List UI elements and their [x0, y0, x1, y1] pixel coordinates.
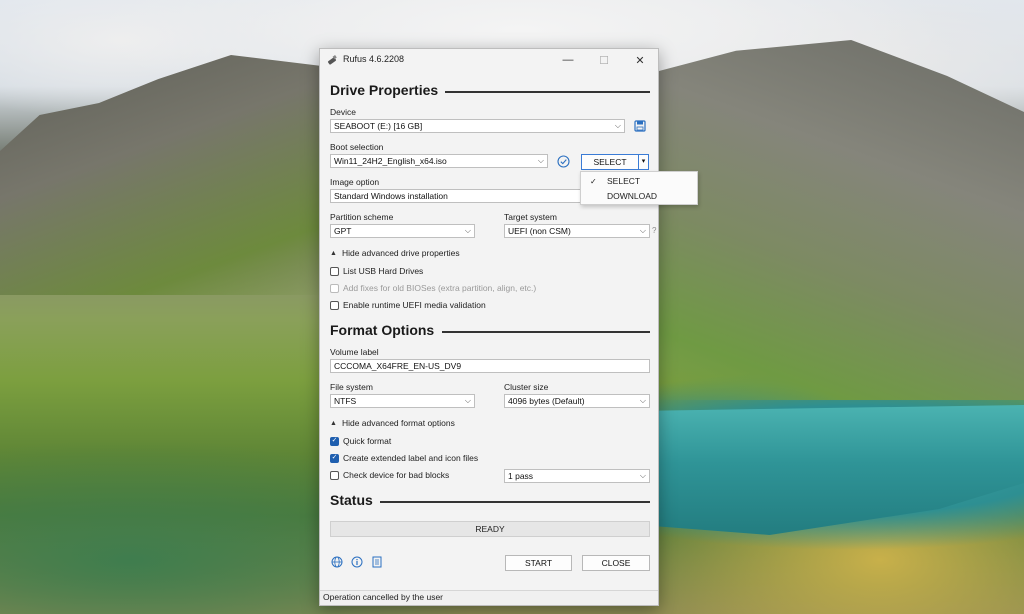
dropdown-item-select[interactable]: ✓ SELECT [581, 174, 697, 189]
cluster-size-label: Cluster size [504, 382, 549, 392]
maximize-button[interactable]: ☐ [586, 49, 622, 71]
image-option-value: Standard Windows installation [334, 191, 448, 201]
hide-advanced-format-toggle[interactable]: ▲ Hide advanced format options [330, 418, 455, 428]
extended-label-checkbox-row[interactable]: ✓ Create extended label and icon files [330, 452, 478, 464]
partition-scheme-value: GPT [334, 226, 352, 236]
select-button[interactable]: SELECT [581, 154, 639, 170]
chevron-down-icon: ⌵ [639, 471, 646, 480]
target-system-select[interactable]: UEFI (non CSM) ⌵ [504, 224, 650, 238]
dropdown-item-select-label: SELECT [607, 176, 641, 186]
dropdown-item-download[interactable]: DOWNLOAD [581, 189, 697, 204]
uefi-validation-label: Enable runtime UEFI media validation [343, 300, 486, 310]
chevron-down-icon: ⌵ [639, 226, 646, 235]
cluster-size-select[interactable]: 4096 bytes (Default) ⌵ [504, 394, 650, 408]
quick-format-checkbox[interactable]: ✓ [330, 436, 339, 446]
usb-drive-icon [327, 55, 337, 65]
status-footer: Operation cancelled by the user [320, 590, 658, 605]
mountain-right [640, 40, 1024, 400]
list-usb-checkbox-row[interactable]: List USB Hard Drives [330, 265, 423, 277]
bad-blocks-checkbox[interactable] [330, 470, 339, 480]
save-icon[interactable] [634, 120, 646, 132]
info-icon[interactable] [351, 556, 363, 568]
uefi-validation-checkbox[interactable] [330, 300, 339, 310]
partition-scheme-label: Partition scheme [330, 212, 394, 222]
chevron-up-icon: ▲ [330, 419, 337, 427]
chevron-down-icon: ⌵ [614, 121, 621, 130]
window-title: Rufus 4.6.2208 [343, 54, 405, 64]
device-label: Device [330, 107, 356, 117]
select-split-chevron-icon[interactable]: ▾ [638, 154, 649, 170]
window-close-button[interactable]: ✕ [622, 49, 658, 71]
hide-advanced-drive-label: Hide advanced drive properties [341, 248, 460, 258]
target-help-icon[interactable]: ? [652, 226, 656, 235]
chevron-down-icon: ⌵ [464, 226, 471, 235]
cluster-size-value: 4096 bytes (Default) [508, 396, 585, 406]
quick-format-label: Quick format [343, 436, 392, 446]
list-usb-label: List USB Hard Drives [343, 266, 424, 276]
dropdown-item-download-label: DOWNLOAD [607, 191, 658, 201]
quick-format-checkbox-row[interactable]: ✓ Quick format [330, 435, 391, 447]
close-button[interactable]: CLOSE [582, 555, 650, 571]
image-option-label: Image option [330, 177, 380, 187]
lake [600, 405, 1024, 535]
boot-selection-select[interactable]: Win11_24H2_English_x64.iso ⌵ [330, 154, 548, 168]
mountain-left [0, 55, 330, 295]
uefi-validation-checkbox-row[interactable]: Enable runtime UEFI media validation [330, 299, 486, 311]
list-usb-checkbox[interactable] [330, 266, 339, 276]
file-system-value: NTFS [334, 396, 357, 406]
passes-select[interactable]: 1 pass ⌵ [504, 469, 650, 483]
status-progress-bar: READY [330, 521, 650, 537]
chevron-up-icon: ▲ [330, 249, 337, 257]
status-progress-text: READY [475, 524, 505, 534]
title-bar[interactable]: Rufus 4.6.2208 — ☐ ✕ [320, 49, 658, 71]
checkmark-icon: ✓ [590, 177, 597, 186]
globe-icon[interactable] [331, 556, 343, 568]
check-circle-icon[interactable] [557, 155, 570, 168]
extended-label-label: Create extended label and icon files [343, 453, 479, 463]
format-options-heading: Format Options [330, 322, 435, 338]
drive-properties-heading: Drive Properties [330, 82, 439, 98]
bad-blocks-checkbox-row[interactable]: Check device for bad blocks [330, 469, 449, 481]
rufus-window: Rufus 4.6.2208 — ☐ ✕ Drive Properties De… [319, 48, 659, 606]
chevron-down-icon: ⌵ [464, 396, 471, 405]
log-icon[interactable] [371, 556, 383, 568]
hide-advanced-format-label: Hide advanced format options [341, 418, 455, 428]
section-divider [445, 91, 650, 93]
chevron-down-icon: ⌵ [639, 396, 646, 405]
start-button[interactable]: START [505, 555, 572, 571]
select-dropdown-menu: ✓ SELECT DOWNLOAD [580, 171, 698, 205]
partition-scheme-select[interactable]: GPT ⌵ [330, 224, 475, 238]
status-heading: Status [330, 492, 373, 508]
bad-blocks-label: Check device for bad blocks [343, 470, 450, 480]
boot-selection-value: Win11_24H2_English_x64.iso [334, 156, 447, 166]
target-system-label: Target system [504, 212, 557, 222]
extended-label-checkbox[interactable]: ✓ [330, 453, 339, 463]
target-system-value: UEFI (non CSM) [508, 226, 571, 236]
hide-advanced-drive-toggle[interactable]: ▲ Hide advanced drive properties [330, 248, 460, 258]
file-system-label: File system [330, 382, 373, 392]
passes-value: 1 pass [508, 471, 534, 481]
chevron-down-icon: ⌵ [537, 156, 544, 165]
add-fixes-checkbox [330, 283, 339, 293]
minimize-button[interactable]: — [550, 49, 586, 71]
add-fixes-checkbox-row: Add fixes for old BIOSes (extra partitio… [330, 282, 536, 294]
section-divider [380, 501, 650, 503]
device-select[interactable]: SEABOOT (E:) [16 GB] ⌵ [330, 119, 625, 133]
volume-label-label: Volume label [330, 347, 379, 357]
volume-label-input[interactable]: CCCOMA_X64FRE_EN-US_DV9 [330, 359, 650, 373]
device-value: SEABOOT (E:) [16 GB] [334, 121, 423, 131]
file-system-select[interactable]: NTFS ⌵ [330, 394, 475, 408]
boot-selection-label: Boot selection [330, 142, 384, 152]
section-divider [442, 331, 650, 333]
add-fixes-label: Add fixes for old BIOSes (extra partitio… [343, 283, 537, 293]
